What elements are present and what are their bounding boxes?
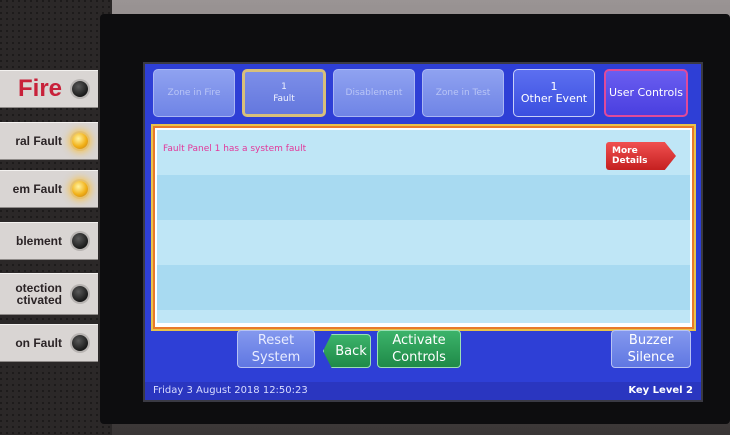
list-item bbox=[157, 220, 690, 265]
activate-controls-button[interactable]: Activate Controls bbox=[377, 330, 461, 368]
reset-system-button[interactable]: Reset System bbox=[237, 330, 315, 368]
indicator-label: on Fault bbox=[15, 337, 62, 349]
indicator-protection-activated: otection ctivated bbox=[0, 273, 98, 315]
event-list: Fault Panel 1 has a system fault More De… bbox=[151, 124, 696, 331]
status-bar: Friday 3 August 2018 12:50:23 Key Level … bbox=[145, 382, 701, 400]
indicator-system-fault: em Fault bbox=[0, 170, 98, 208]
indicator-label: em Fault bbox=[12, 183, 62, 195]
tab-other-event[interactable]: 1 Other Event bbox=[513, 69, 595, 117]
led-indicator-icon bbox=[72, 233, 88, 249]
tab-label: Disablement bbox=[345, 88, 403, 98]
indicator-fire: Fire bbox=[0, 70, 98, 108]
tab-count: 1 bbox=[281, 82, 287, 92]
indicator-zone-fault: on Fault bbox=[0, 324, 98, 362]
led-indicator-icon bbox=[72, 286, 88, 302]
led-indicator-icon bbox=[72, 335, 88, 351]
tab-fault[interactable]: 1 Fault bbox=[242, 69, 326, 117]
tab-label: Fault bbox=[273, 94, 295, 104]
tab-disablement[interactable]: Disablement bbox=[333, 69, 415, 117]
back-button[interactable]: Back bbox=[323, 334, 371, 368]
tab-user-controls[interactable]: User Controls bbox=[604, 69, 688, 117]
indicator-label: otection ctivated bbox=[15, 282, 62, 306]
list-item[interactable]: Fault Panel 1 has a system fault More De… bbox=[157, 130, 690, 175]
buzzer-silence-button[interactable]: Buzzer Silence bbox=[611, 330, 691, 368]
led-indicator-icon bbox=[72, 133, 88, 149]
tab-label: Zone in Test bbox=[435, 88, 491, 98]
list-item bbox=[157, 265, 690, 310]
indicator-label: blement bbox=[15, 235, 62, 247]
key-level: Key Level 2 bbox=[628, 385, 693, 396]
indicator-disablement: blement bbox=[0, 222, 98, 260]
indicator-panel: Fire ral Fault em Fault blement otection… bbox=[0, 0, 112, 435]
tab-zone-in-test[interactable]: Zone in Test bbox=[422, 69, 504, 117]
tab-label: User Controls bbox=[608, 86, 684, 99]
list-item bbox=[157, 175, 690, 220]
indicator-general-fault: ral Fault bbox=[0, 122, 98, 160]
touch-screen: Zone in Fire 1 Fault Disablement Zone in… bbox=[143, 62, 703, 402]
date-time: Friday 3 August 2018 12:50:23 bbox=[153, 385, 308, 396]
indicator-label: Fire bbox=[17, 76, 62, 102]
indicator-label: ral Fault bbox=[15, 135, 62, 147]
more-details-button[interactable]: More Details bbox=[606, 142, 676, 170]
tab-zone-in-fire[interactable]: Zone in Fire bbox=[153, 69, 235, 117]
tab-label: Other Event bbox=[520, 92, 588, 105]
fault-message: Fault Panel 1 has a system fault bbox=[163, 144, 307, 154]
led-indicator-icon bbox=[72, 181, 88, 197]
tab-label: Zone in Fire bbox=[167, 88, 221, 98]
list-item bbox=[157, 310, 690, 323]
led-indicator-icon bbox=[72, 81, 88, 97]
